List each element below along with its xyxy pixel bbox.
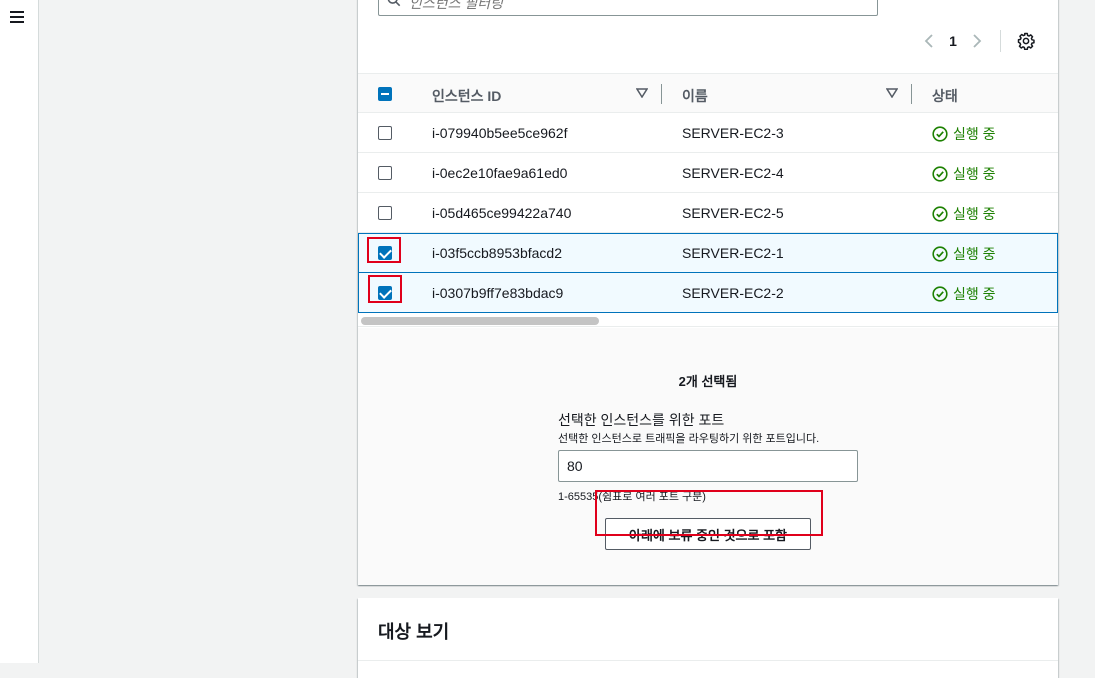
select-all-checkbox[interactable] bbox=[378, 87, 392, 101]
left-nav-rail bbox=[0, 0, 39, 663]
instance-name: SERVER-EC2-3 bbox=[682, 125, 784, 141]
include-pending-button[interactable]: 아래에 보류 중인 것으로 포함 bbox=[605, 518, 811, 550]
status-badge: 실행 중 bbox=[932, 204, 996, 224]
column-header-status[interactable]: 상태 bbox=[932, 86, 958, 106]
sort-caret-icon[interactable] bbox=[636, 88, 648, 98]
horizontal-scrollbar[interactable] bbox=[358, 313, 1058, 327]
instance-filter[interactable] bbox=[378, 0, 878, 16]
table-row[interactable]: i-05d465ce99422a740 SERVER-EC2-5 실행 중 bbox=[358, 193, 1058, 233]
column-header-instance-id[interactable]: 인스턴스 ID bbox=[432, 86, 501, 106]
table-row[interactable]: i-0ec2e10fae9a61ed0 SERVER-EC2-4 실행 중 bbox=[358, 153, 1058, 193]
status-badge: 실행 중 bbox=[932, 124, 996, 144]
table-row-selected[interactable]: i-03f5ccb8953bfacd2 SERVER-EC2-1 실행 중 bbox=[358, 233, 1058, 273]
table-row-selected[interactable]: i-0307b9ff7e83bdac9 SERVER-EC2-2 실행 중 bbox=[358, 272, 1058, 313]
port-field-hint: 1-65535(쉼표로 여러 포트 구분) bbox=[558, 491, 706, 503]
status-badge: 실행 중 bbox=[932, 244, 996, 264]
panel-title: 대상 보기 bbox=[378, 622, 450, 642]
selection-footer: 2개 선택됨 선택한 인스턴스를 위한 포트 선택한 인스턴스로 트래픽을 라우… bbox=[358, 328, 1058, 585]
row-checkbox[interactable] bbox=[378, 206, 392, 220]
table-row[interactable]: i-079940b5ee5ce962f SERVER-EC2-3 실행 중 bbox=[358, 113, 1058, 153]
sort-caret-icon[interactable] bbox=[886, 88, 898, 98]
search-input[interactable] bbox=[409, 0, 849, 13]
chevron-right-icon bbox=[973, 34, 982, 48]
instance-id: i-0307b9ff7e83bdac9 bbox=[432, 285, 564, 301]
status-text: 실행 중 bbox=[953, 206, 996, 222]
row-checkbox-checked[interactable] bbox=[378, 286, 392, 300]
instance-id: i-0ec2e10fae9a61ed0 bbox=[432, 165, 568, 181]
chevron-left-icon bbox=[924, 34, 933, 48]
review-targets-panel: 대상 보기 bbox=[358, 598, 1058, 678]
instance-id: i-03f5ccb8953bfacd2 bbox=[432, 245, 562, 261]
scrollbar-thumb[interactable] bbox=[361, 317, 599, 325]
gear-icon bbox=[1017, 32, 1035, 50]
status-text: 실행 중 bbox=[953, 246, 996, 262]
pagination: 1 bbox=[918, 28, 1037, 54]
preferences-button[interactable] bbox=[1015, 30, 1037, 52]
row-checkbox[interactable] bbox=[378, 126, 392, 140]
port-field-label: 선택한 인스턴스를 위한 포트 bbox=[558, 412, 725, 428]
check-circle-icon bbox=[932, 286, 948, 302]
status-text: 실행 중 bbox=[953, 126, 996, 142]
instance-id: i-05d465ce99422a740 bbox=[432, 205, 572, 221]
next-page-button[interactable] bbox=[966, 30, 988, 52]
status-text: 실행 중 bbox=[953, 286, 996, 302]
port-input[interactable] bbox=[558, 450, 858, 482]
status-badge: 실행 중 bbox=[932, 164, 996, 184]
pager-divider bbox=[1000, 30, 1001, 52]
status-badge: 실행 중 bbox=[932, 284, 996, 304]
check-circle-icon bbox=[932, 206, 948, 222]
table-header: 인스턴스 ID 이름 상태 bbox=[358, 73, 1058, 113]
row-checkbox[interactable] bbox=[378, 166, 392, 180]
divider bbox=[358, 660, 1058, 661]
row-checkbox-checked[interactable] bbox=[378, 246, 392, 260]
instance-name: SERVER-EC2-2 bbox=[682, 285, 784, 301]
instance-name: SERVER-EC2-5 bbox=[682, 205, 784, 221]
instance-name: SERVER-EC2-1 bbox=[682, 245, 784, 261]
page-number[interactable]: 1 bbox=[940, 33, 966, 49]
column-resizer[interactable] bbox=[661, 84, 662, 104]
selected-count: 2개 선택됨 bbox=[678, 374, 738, 389]
check-circle-icon bbox=[932, 166, 948, 182]
column-header-name[interactable]: 이름 bbox=[682, 86, 708, 106]
instance-name: SERVER-EC2-4 bbox=[682, 165, 784, 181]
search-icon bbox=[387, 0, 401, 7]
check-circle-icon bbox=[932, 126, 948, 142]
instances-panel: 1 인스턴스 ID 이름 상태 i-079940b5ee5ce962f SERV… bbox=[358, 0, 1058, 585]
column-resizer[interactable] bbox=[911, 84, 912, 104]
status-text: 실행 중 bbox=[953, 166, 996, 182]
menu-icon[interactable] bbox=[10, 10, 26, 24]
check-circle-icon bbox=[932, 246, 948, 262]
prev-page-button[interactable] bbox=[918, 30, 940, 52]
port-field-description: 선택한 인스턴스로 트래픽을 라우팅하기 위한 포트입니다. bbox=[558, 433, 820, 445]
instance-id: i-079940b5ee5ce962f bbox=[432, 125, 568, 141]
